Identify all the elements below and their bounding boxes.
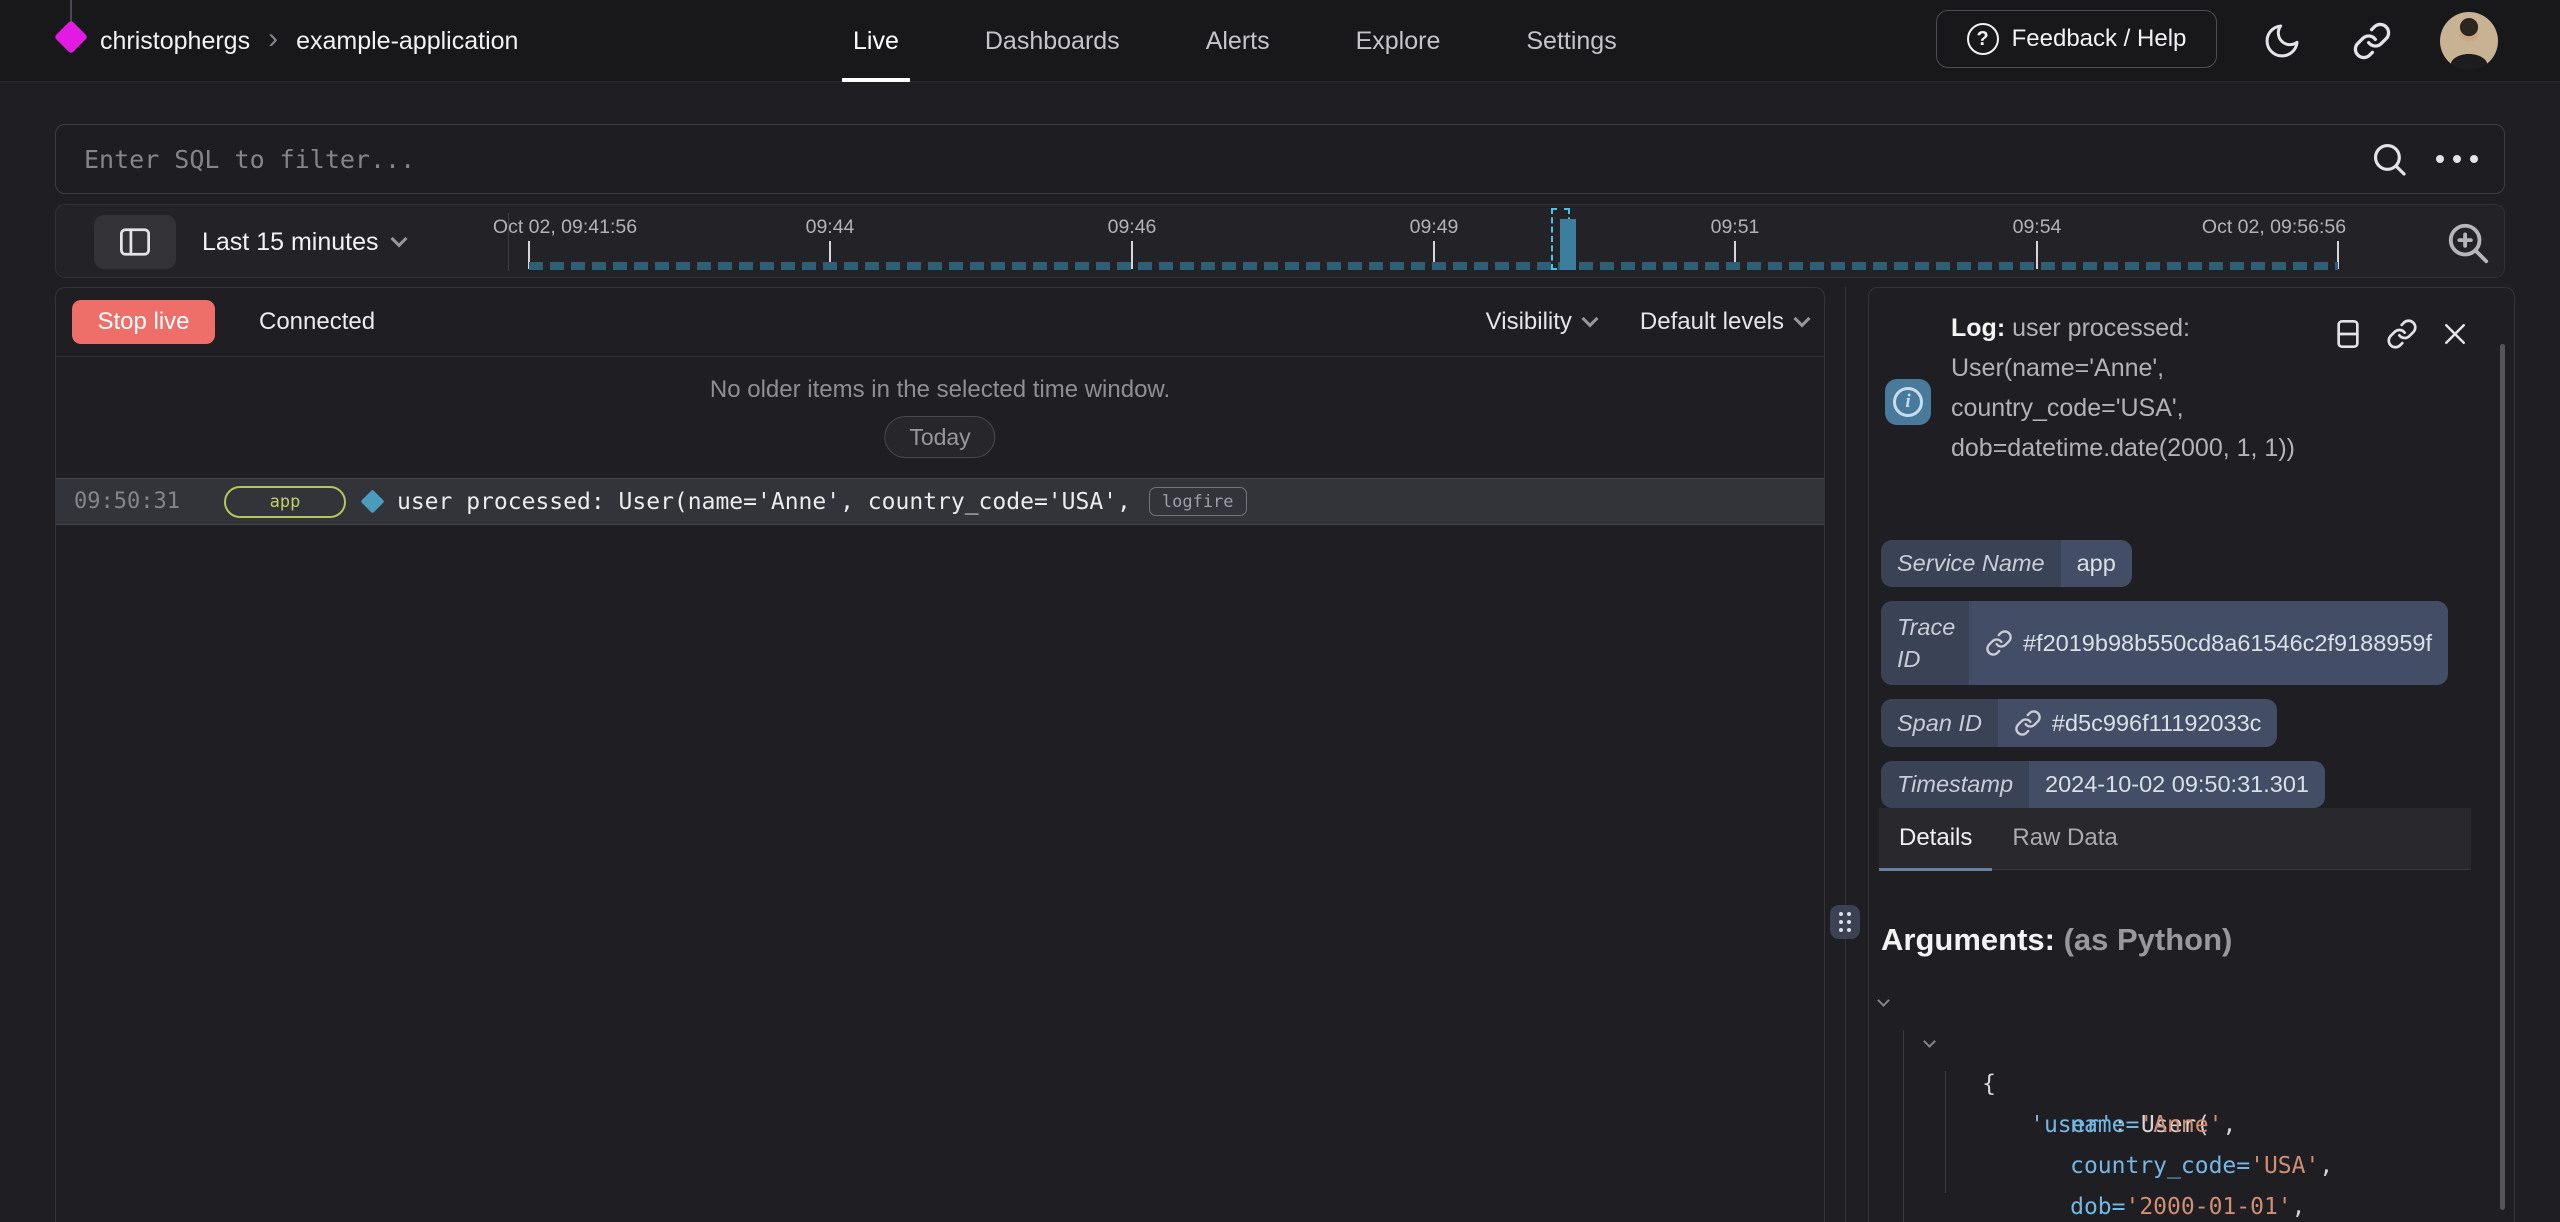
badge-value: #d5c996f11192033c	[1998, 699, 2278, 747]
zoom-in-icon	[2445, 220, 2491, 266]
user-avatar[interactable]	[2440, 12, 2498, 70]
feedback-help-label: Feedback / Help	[2012, 25, 2187, 53]
sql-filter-input[interactable]	[56, 125, 2370, 193]
copy-link-button[interactable]	[2386, 318, 2418, 350]
theme-toggle-moon-icon[interactable]	[2262, 21, 2302, 61]
badge-label: Service Name	[1881, 540, 2061, 587]
panel-resize-divider[interactable]	[1845, 287, 1846, 1222]
service-name-badge: Service Name app	[1881, 540, 2132, 587]
service-badge[interactable]: app	[224, 486, 346, 518]
arguments-heading: Arguments: (as Python)	[1881, 922, 2232, 958]
chevron-down-icon	[1794, 311, 1811, 328]
panel-left-icon	[118, 227, 152, 257]
link-icon	[2014, 709, 2042, 737]
share-link-icon[interactable]	[2352, 21, 2392, 61]
tick-label: 09:49	[1410, 216, 1459, 239]
badge-value: #f2019b98b550cd8a61546c2f9188959f	[1969, 601, 2448, 685]
visibility-dropdown[interactable]: Visibility	[1486, 308, 1596, 336]
visibility-label: Visibility	[1486, 308, 1572, 336]
timeline-baseline	[529, 262, 2338, 270]
arguments-code-block: { 'user': User( name='Anne', country_cod…	[1881, 982, 2481, 1222]
detail-attribute-badges: Service Name app Trace ID #f2019b98b550c…	[1881, 540, 2448, 808]
stop-live-button[interactable]: Stop live	[72, 300, 215, 344]
detail-scrollbar[interactable]	[2500, 344, 2505, 1210]
zoom-in-button[interactable]	[2445, 220, 2491, 266]
tick-label: 09:44	[806, 216, 855, 239]
tab-live[interactable]: Live	[848, 0, 904, 82]
more-options-ellipsis-icon[interactable]	[2436, 155, 2478, 163]
search-icon[interactable]	[2370, 140, 2408, 178]
tick-label: 09:54	[2013, 216, 2062, 239]
detail-title: Log: user processed: User(name='Anne', c…	[1951, 308, 2299, 468]
tab-alerts[interactable]: Alerts	[1201, 0, 1275, 82]
log-detail-panel: i Log: user processed: User(name='Anne',…	[1868, 287, 2515, 1222]
panel-drag-handle[interactable]	[1830, 905, 1860, 939]
open-reader-button[interactable]	[2332, 318, 2364, 350]
close-panel-button[interactable]	[2440, 318, 2470, 350]
badge-label: Span ID	[1881, 699, 1998, 747]
timestamp-badge: Timestamp 2024-10-02 09:50:31.301	[1881, 761, 2325, 808]
tab-dashboards[interactable]: Dashboards	[980, 0, 1125, 82]
live-view-panel: Stop live Connected Visibility Default l…	[55, 287, 1825, 1222]
logo-stem	[70, 0, 72, 22]
reader-icon	[2332, 318, 2364, 350]
chevron-down-icon	[1581, 311, 1598, 328]
histogram-spike-bar[interactable]	[1560, 219, 1576, 270]
feedback-help-button[interactable]: ? Feedback / Help	[1936, 10, 2217, 68]
timeline-histogram[interactable]: Oct 02, 09:41:56 09:44 09:46 09:49 09:51…	[529, 205, 2338, 279]
default-levels-dropdown[interactable]: Default levels	[1640, 308, 1808, 336]
trace-id-badge[interactable]: Trace ID #f2019b98b550cd8a61546c2f918895…	[1881, 601, 2448, 685]
connection-status: Connected	[259, 308, 375, 336]
badge-value: app	[2061, 540, 2132, 587]
breadcrumb-org[interactable]: christophergs	[100, 27, 250, 56]
tick-label: 09:51	[1711, 216, 1760, 239]
badge-label: Timestamp	[1881, 761, 2029, 808]
tick-label: 09:46	[1108, 216, 1157, 239]
close-icon	[2440, 319, 2470, 349]
time-range-dropdown[interactable]: Last 15 minutes	[202, 205, 405, 279]
scope-badge[interactable]: logfire	[1149, 487, 1247, 516]
badge-value: 2024-10-02 09:50:31.301	[2029, 761, 2325, 808]
log-level-diamond-icon	[360, 489, 384, 513]
sidebar-toggle-button[interactable]	[94, 215, 176, 269]
detail-title-prefix: Log:	[1951, 314, 2005, 342]
chevron-down-icon	[390, 231, 407, 248]
badge-label: Trace ID	[1881, 601, 1969, 685]
time-range-label: Last 15 minutes	[202, 228, 379, 257]
tab-settings[interactable]: Settings	[1521, 0, 1621, 82]
nav-tabs: Live Dashboards Alerts Explore Settings	[848, 0, 1622, 82]
today-button[interactable]: Today	[884, 416, 995, 458]
empty-window-message: No older items in the selected time wind…	[56, 376, 1824, 404]
top-nav-bar: christophergs › example-application Live…	[0, 0, 2560, 82]
tick-label: Oct 02, 09:41:56	[493, 216, 637, 239]
default-levels-label: Default levels	[1640, 308, 1784, 336]
logfire-logo-icon[interactable]	[54, 20, 88, 54]
detail-tabs: Details Raw Data	[1879, 808, 2471, 870]
tick-label: Oct 02, 09:56:56	[2202, 216, 2346, 239]
collapse-chevron-icon[interactable]	[1877, 994, 1890, 1007]
info-level-icon: i	[1885, 379, 1931, 425]
question-circle-icon: ?	[1967, 23, 1999, 55]
log-row-selected[interactable]: 09:50:31 app user processed: User(name='…	[56, 478, 1824, 525]
tab-explore[interactable]: Explore	[1351, 0, 1446, 82]
link-icon	[1985, 629, 2013, 657]
time-range-bar: Last 15 minutes Oct 02, 09:41:56 09:44 0…	[55, 204, 2505, 278]
breadcrumb-project[interactable]: example-application	[296, 27, 518, 56]
tab-details[interactable]: Details	[1879, 807, 1992, 869]
link-icon	[2386, 318, 2418, 350]
sql-filter-bar	[55, 124, 2505, 194]
span-id-badge[interactable]: Span ID #d5c996f11192033c	[1881, 699, 2277, 747]
breadcrumb-separator-icon: ›	[264, 22, 282, 56]
live-view-header: Stop live Connected Visibility Default l…	[56, 288, 1824, 357]
breadcrumb: christophergs › example-application	[100, 0, 518, 82]
log-timestamp: 09:50:31	[74, 489, 180, 514]
collapse-chevron-icon[interactable]	[1923, 1035, 1936, 1048]
log-message: user processed: User(name='Anne', countr…	[397, 489, 1131, 515]
tab-raw-data[interactable]: Raw Data	[1992, 807, 2137, 869]
